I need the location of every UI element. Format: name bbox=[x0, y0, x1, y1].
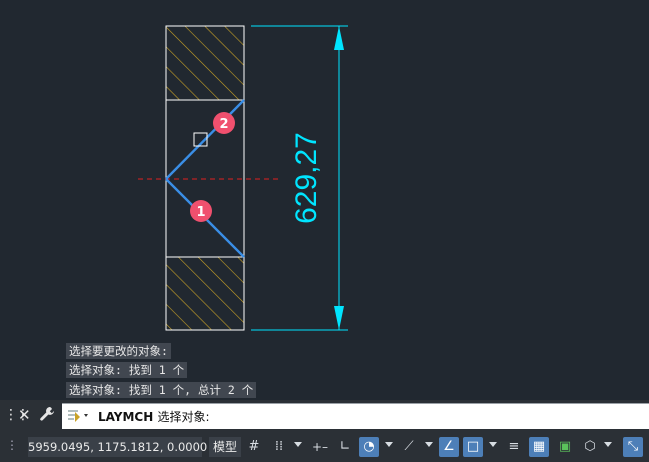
dim-arrow-bottom bbox=[334, 306, 344, 330]
isometric-icon[interactable]: ⟋ bbox=[399, 437, 419, 457]
selected-line-upper[interactable] bbox=[165, 99, 245, 180]
polar-dropdown-icon[interactable] bbox=[385, 442, 393, 447]
model-space-tab[interactable]: 模型 bbox=[209, 437, 241, 457]
ortho-icon[interactable]: ∟ bbox=[335, 437, 355, 457]
polar-tracking-icon[interactable]: ◔ bbox=[359, 437, 379, 457]
history-line-1: 选择要更改的对象: bbox=[66, 343, 171, 359]
command-line-input[interactable]: LAYMCH 选择对象: bbox=[62, 403, 649, 429]
hatch-bottom[interactable] bbox=[165, 256, 245, 331]
snap-dropdown-icon[interactable] bbox=[294, 442, 302, 447]
command-bar: ⋮⋮ ✕ LAYMCH 选择对象: bbox=[0, 400, 649, 430]
status-bar: ⋮ 5959.0495, 1175.1812, 0.0000 模型 # ⁞⁞ +… bbox=[0, 430, 649, 462]
history-line-3: 选择对象: 找到 1 个, 总计 2 个 bbox=[66, 382, 257, 398]
3d-osnap-dropdown-icon[interactable] bbox=[604, 442, 612, 447]
marker-1-label: 1 bbox=[196, 205, 205, 220]
transparency-icon[interactable]: ▦ bbox=[529, 437, 549, 457]
command-prompt: 选择对象: bbox=[157, 410, 210, 424]
isometric-dropdown-icon[interactable] bbox=[425, 442, 433, 447]
dynamic-input-icon[interactable]: +– bbox=[310, 437, 330, 457]
customize-wrench-icon[interactable] bbox=[39, 406, 55, 426]
selection-cycling-icon[interactable]: ▣ bbox=[555, 437, 575, 457]
snap-icon[interactable]: ⁞⁞ bbox=[269, 437, 289, 457]
status-grip[interactable]: ⋮ bbox=[6, 438, 18, 452]
dynamic-ucs-icon[interactable]: ⤡ bbox=[623, 437, 643, 457]
lineweight-icon[interactable]: ≡ bbox=[504, 437, 524, 457]
3d-osnap-icon[interactable]: ⬡ bbox=[580, 437, 600, 457]
hatch-top[interactable] bbox=[165, 25, 245, 101]
marker-2-label: 2 bbox=[219, 117, 228, 132]
command-name: LAYMCH bbox=[98, 410, 154, 424]
dim-arrow-top bbox=[334, 26, 344, 50]
dimension-text[interactable]: 629,27 bbox=[290, 132, 323, 224]
object-snap-icon[interactable]: □ bbox=[463, 437, 483, 457]
object-snap-dropdown-icon[interactable] bbox=[489, 442, 497, 447]
coordinates-readout[interactable]: 5959.0495, 1175.1812, 0.0000 bbox=[28, 437, 207, 457]
history-line-2: 选择对象: 找到 1 个 bbox=[66, 362, 188, 378]
drawing-canvas[interactable]: 629,27 1 2 bbox=[0, 0, 649, 400]
grid-icon[interactable]: # bbox=[244, 437, 264, 457]
close-icon[interactable]: ✕ bbox=[18, 406, 31, 424]
recent-commands-icon[interactable] bbox=[66, 408, 92, 428]
object-snap-tracking-icon[interactable]: ∠ bbox=[439, 437, 459, 457]
